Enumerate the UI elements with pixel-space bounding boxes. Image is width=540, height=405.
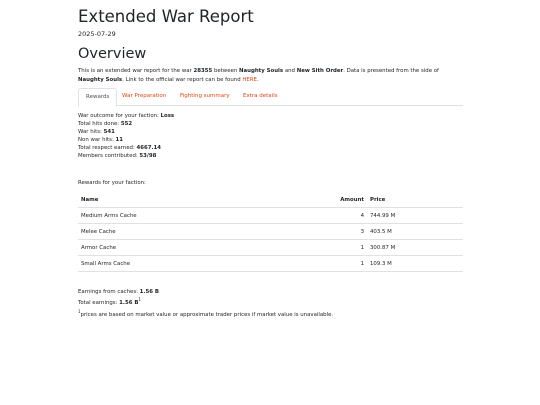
table-row: Melee Cache 3 403.5 M <box>78 223 463 240</box>
earnings-total: Total earnings: 1.56 B1 <box>78 297 141 306</box>
stat-war-hits: War hits: 541 <box>78 129 115 136</box>
side-faction: Naughty Souls <box>78 76 123 83</box>
col-amount: Amount <box>321 192 367 208</box>
overview-heading: Overview <box>78 46 147 62</box>
footnote: 1prices are based on market value or app… <box>78 309 334 318</box>
war-id: 28355 <box>193 68 213 74</box>
tab-bar: Rewards War Preparation Fighting summary… <box>78 88 463 107</box>
faction-b: New Sith Order <box>296 68 344 74</box>
stat-non-war-hits: Non war hits: 11 <box>78 137 123 144</box>
table-header-row: Name Amount Price <box>78 192 463 208</box>
page-title: Extended War Report <box>78 7 254 26</box>
official-report-link[interactable]: HERE <box>242 77 257 83</box>
war-stats: War outcome for your faction: Loss Total… <box>78 112 174 161</box>
col-price: Price <box>367 192 463 208</box>
tab-extra-details[interactable]: Extra details <box>236 88 285 105</box>
rewards-label: Rewards for your faction: <box>78 180 146 186</box>
table-row: Small Arms Cache 1 109.3 M <box>78 255 463 272</box>
report-date: 2025-07-29 <box>78 30 116 38</box>
stat-outcome: War outcome for your faction: Loss <box>78 113 175 119</box>
stat-respect: Total respect earned: 4667.14 <box>78 145 162 152</box>
tab-war-preparation[interactable]: War Preparation <box>115 88 173 105</box>
stat-total-hits: Total hits done: 552 <box>78 121 133 128</box>
intro-text: This is an extended war report for the w… <box>78 68 439 83</box>
earnings-summary: Earnings from caches: 1.56 B Total earni… <box>78 288 159 307</box>
table-row: Armor Cache 1 300.87 M <box>78 239 463 256</box>
faction-a: Naughty Souls <box>238 68 284 74</box>
col-name: Name <box>78 192 321 208</box>
earnings-caches: Earnings from caches: 1.56 B <box>78 289 159 295</box>
tab-rewards[interactable]: Rewards <box>78 88 118 107</box>
table-row: Medium Arms Cache 4 744.99 M <box>78 207 463 224</box>
stat-members: Members contributed: 53/98 <box>78 153 157 160</box>
rewards-table: Name Amount Price Medium Arms Cache 4 74… <box>78 192 463 272</box>
tab-fighting-summary[interactable]: Fighting summary <box>173 88 237 105</box>
